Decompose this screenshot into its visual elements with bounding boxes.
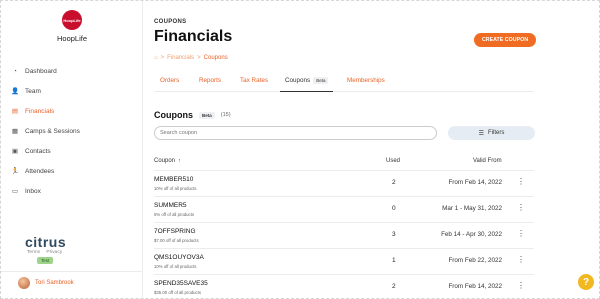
column-header-valid-from: Valid From — [473, 158, 502, 164]
coupon-description: 5% off of all products — [154, 212, 195, 217]
sidebar-item-label: Team — [25, 87, 41, 95]
tab-coupons[interactable]: Coupons Beta — [280, 69, 334, 92]
more-options-icon[interactable]: ⋮ — [517, 203, 525, 212]
sidebar-item-attendees[interactable]: 🏃 Attendees — [1, 161, 143, 181]
sidebar-item-camps-sessions[interactable]: ▦ Camps & Sessions — [1, 121, 143, 141]
column-label: Coupon — [154, 158, 176, 164]
coupon-code: SUMMER5 — [154, 202, 187, 209]
column-header-coupon[interactable]: Coupon ↑ — [154, 158, 181, 164]
sidebar-item-financials[interactable]: ▤ Financials — [1, 101, 143, 121]
tab-label: Orders — [160, 77, 180, 84]
section-title: Coupons Beta (15) — [154, 110, 231, 120]
filter-icon: ☰ — [478, 130, 485, 137]
tab-tax-rates[interactable]: Tax Rates — [240, 69, 268, 92]
sidebar-nav: ◔ Dashboard 👤 Team ▤ Financials ▦ Camps & Sessi… — [1, 61, 143, 201]
coupon-code: MEMBER510 — [154, 176, 194, 183]
coupon-valid-from: Feb 14 - Apr 30, 2022 — [441, 231, 502, 238]
user-profile[interactable]: Tori Sambrook — [1, 271, 143, 293]
help-icon[interactable]: ? — [578, 274, 594, 290]
sidebar-item-label: Attendees — [25, 167, 55, 175]
sidebar-item-label: Camps & Sessions — [25, 127, 80, 135]
create-coupon-button[interactable]: CREATE COUPON — [474, 33, 536, 47]
coupon-count: (15) — [220, 112, 231, 118]
coupon-description: $7.00 off of all products — [154, 238, 199, 243]
tab-label: Coupons — [285, 76, 311, 84]
team-icon: 👤 — [10, 88, 20, 95]
privacy-link[interactable]: Privacy — [46, 250, 62, 255]
table-row[interactable]: QMS1OUYOV3A 10% off of all products 1 From … — [154, 248, 534, 274]
citrus-logo: citrus — [25, 234, 67, 250]
home-icon[interactable]: ⌂ — [154, 55, 158, 61]
coupon-code: SPEND35SAVE35 — [154, 280, 208, 287]
filters-button[interactable]: ☰ Filters — [448, 126, 535, 140]
camps-icon: ▦ — [11, 128, 19, 135]
more-options-icon[interactable]: ⋮ — [517, 281, 525, 290]
sidebar-item-label: Contacts — [25, 147, 51, 155]
coupon-description: 10% off of all products — [154, 186, 197, 191]
coupon-used-count: 2 — [392, 283, 396, 290]
coupon-description: $35.00 off of all products — [154, 290, 201, 295]
table-row[interactable]: SPEND35SAVE35 $35.00 off of all products 2… — [154, 274, 534, 299]
coupon-used-count: 3 — [392, 231, 396, 238]
sidebar-item-label: Dashboard — [25, 67, 57, 75]
beta-badge: Beta — [313, 76, 329, 84]
avatar — [18, 276, 30, 289]
table-row[interactable]: 7OFFSPRING $7.00 off of all products 3 Feb … — [154, 222, 534, 248]
filters-label: Filters — [488, 130, 505, 136]
more-options-icon[interactable]: ⋮ — [517, 255, 525, 264]
org-name: HoopLife — [56, 34, 88, 43]
column-header-used: Used — [386, 158, 401, 164]
sidebar-item-dashboard[interactable]: ◔ Dashboard — [1, 61, 143, 81]
sidebar-item-inbox[interactable]: ▭ Inbox — [1, 181, 143, 201]
breadcrumb-separator: > — [197, 55, 201, 61]
tab-label: Memberships — [347, 77, 385, 84]
sidebar-item-contacts[interactable]: ▣ Contacts — [1, 141, 143, 161]
search-input[interactable] — [154, 126, 437, 140]
inbox-icon: ▭ — [11, 188, 19, 195]
sidebar-item-team[interactable]: 👤 Team — [1, 81, 143, 101]
page-eyebrow: COUPONS — [154, 19, 187, 25]
footer-links: Terms Privacy — [27, 250, 67, 255]
tab-label: Tax Rates — [240, 77, 268, 84]
tab-reports[interactable]: Reports — [199, 69, 221, 92]
table-row[interactable]: SUMMER5 5% off of all products 0 Mar 1 - Ma… — [154, 196, 534, 222]
breadcrumb-financials[interactable]: Financials — [167, 55, 194, 61]
environment-badge: Test — [37, 257, 54, 264]
coupon-code: QMS1OUYOV3A — [154, 254, 204, 261]
tab-bar: Orders Reports Tax Rates Coupons Beta Me… — [154, 69, 534, 92]
breadcrumb: ⌂ > Financials > Coupons — [154, 55, 231, 61]
page-title: Financials — [154, 28, 233, 45]
terms-link[interactable]: Terms — [27, 250, 40, 255]
dashboard-icon: ◔ — [13, 67, 17, 75]
beta-badge: Beta — [199, 111, 215, 119]
sidebar-item-label: Inbox — [25, 187, 41, 195]
sidebar-item-label: Financials — [25, 107, 55, 115]
table-row[interactable]: MEMBER510 10% off of all products 2 From Fe… — [154, 170, 534, 196]
table-body: MEMBER510 10% off of all products 2 From Fe… — [154, 170, 534, 299]
coupon-description: 10% off of all products — [154, 264, 197, 269]
coupon-valid-from: From Feb 14, 2022 — [448, 179, 502, 186]
attendees-icon: 🏃 — [10, 168, 20, 175]
sidebar: HoopLife HoopLife ◔ Dashboard 👤 Team ▤ Financ… — [1, 1, 143, 298]
coupon-valid-from: Mar 1 - May 31, 2022 — [442, 205, 502, 212]
breadcrumb-coupons: Coupons — [203, 55, 228, 61]
tab-orders[interactable]: Orders — [160, 69, 179, 92]
coupon-valid-from: From Feb 22, 2022 — [448, 257, 502, 264]
more-options-icon[interactable]: ⋮ — [517, 177, 525, 186]
coupon-used-count: 0 — [392, 205, 396, 212]
more-options-icon[interactable]: ⋮ — [517, 229, 525, 238]
financials-icon: ▤ — [11, 108, 19, 115]
sort-up-icon: ↑ — [178, 158, 181, 164]
coupon-code: 7OFFSPRING — [154, 228, 196, 235]
coupon-used-count: 2 — [392, 179, 396, 186]
breadcrumb-separator: > — [160, 55, 165, 61]
contacts-icon: ▣ — [11, 148, 19, 155]
org-logo[interactable]: HoopLife — [62, 10, 82, 30]
coupon-valid-from: From Feb 14, 2022 — [448, 283, 502, 290]
coupons-heading: Coupons — [154, 110, 193, 120]
user-name: Tori Sambrook — [35, 279, 74, 286]
coupon-used-count: 1 — [392, 257, 396, 264]
tab-label: Reports — [199, 77, 222, 84]
tab-memberships[interactable]: Memberships — [347, 69, 385, 92]
